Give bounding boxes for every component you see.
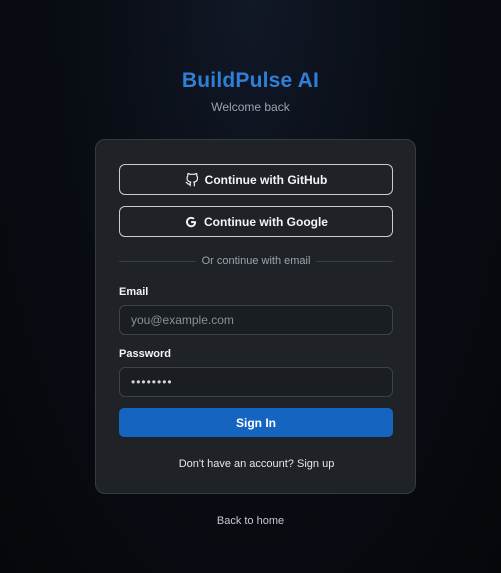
divider-line-right — [316, 260, 394, 262]
google-button-label: Continue with Google — [204, 214, 328, 229]
github-button-label: Continue with GitHub — [204, 172, 328, 187]
brand-title: BuildPulse AI — [181, 69, 320, 92]
signup-link[interactable]: Sign up — [297, 458, 334, 470]
google-login-button[interactable]: Continue with Google — [119, 206, 393, 237]
password-field[interactable] — [119, 367, 393, 397]
welcome-subtitle: Welcome back — [211, 100, 290, 114]
divider-text: Or continue with email — [201, 255, 311, 267]
signup-prompt: Don't have an account? — [178, 458, 294, 470]
login-card: Continue with GitHub Continue with Googl… — [95, 139, 416, 494]
github-login-button[interactable]: Continue with GitHub — [119, 164, 393, 195]
back-to-home-link[interactable]: Back to home — [0, 515, 501, 527]
github-icon — [185, 172, 199, 187]
signup-row: Don't have an account? Sign up — [96, 458, 417, 470]
email-field[interactable] — [119, 305, 393, 335]
email-label: Email — [119, 286, 149, 298]
divider-line-left — [119, 260, 196, 262]
password-label: Password — [119, 348, 171, 360]
divider: Or continue with email — [119, 254, 394, 268]
sign-in-button[interactable]: Sign In — [119, 408, 393, 437]
google-icon — [184, 215, 198, 229]
